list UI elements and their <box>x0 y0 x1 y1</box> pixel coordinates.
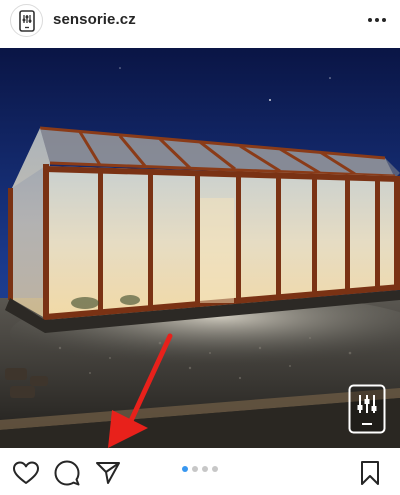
more-horizontal-icon <box>368 18 386 22</box>
share-button[interactable] <box>95 460 121 486</box>
more-options-button[interactable] <box>362 10 392 30</box>
carousel-indicator <box>182 466 218 472</box>
sensor-tablet-icon <box>18 9 35 32</box>
profile-avatar[interactable] <box>10 4 43 37</box>
post-image[interactable] <box>0 48 400 448</box>
greenhouse-photo <box>0 48 400 448</box>
save-button[interactable] <box>357 460 383 486</box>
username-link[interactable]: sensorie.cz <box>53 11 136 28</box>
carousel-dot <box>182 466 188 472</box>
heart-icon <box>13 461 39 484</box>
carousel-dot <box>202 466 208 472</box>
comment-button[interactable] <box>54 460 80 486</box>
like-button[interactable] <box>13 460 39 486</box>
comment-icon <box>54 460 80 486</box>
paper-plane-icon <box>96 462 120 484</box>
sensor-tablet-icon <box>348 384 386 434</box>
carousel-dot <box>192 466 198 472</box>
bookmark-icon <box>361 461 379 485</box>
post-header: sensorie.cz <box>0 0 400 42</box>
carousel-dot <box>212 466 218 472</box>
